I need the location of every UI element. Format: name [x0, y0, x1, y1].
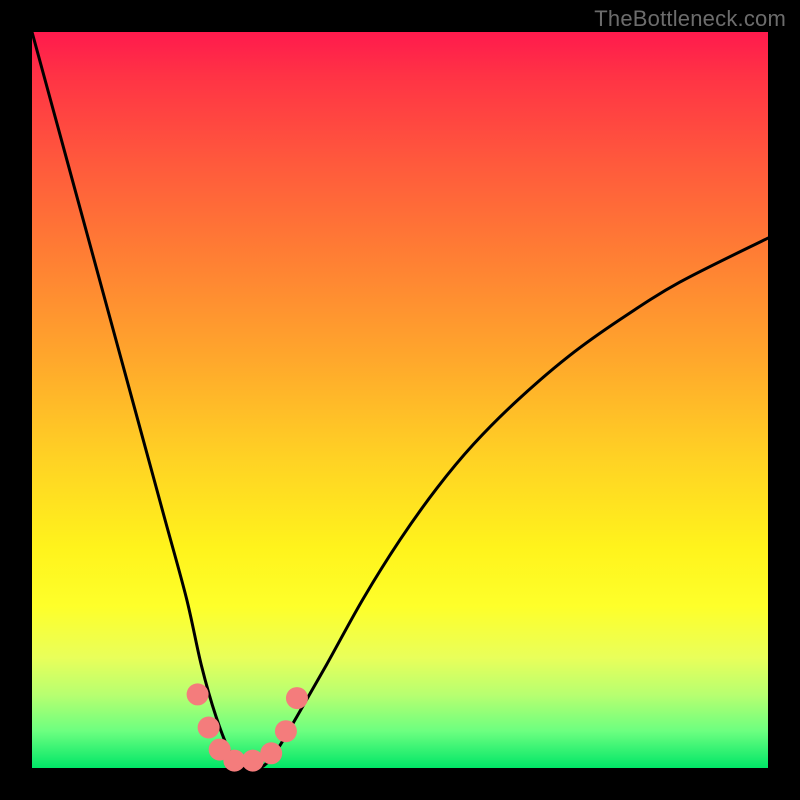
- curve-marker: [187, 683, 209, 705]
- curve-marker: [275, 720, 297, 742]
- bottleneck-curve: [32, 32, 768, 770]
- curve-marker: [198, 717, 220, 739]
- curve-svg: [32, 32, 768, 768]
- curve-markers: [187, 683, 308, 771]
- plot-area: [32, 32, 768, 768]
- curve-marker: [260, 742, 282, 764]
- watermark-text: TheBottleneck.com: [594, 6, 786, 32]
- curve-marker: [286, 687, 308, 709]
- chart-frame: TheBottleneck.com: [0, 0, 800, 800]
